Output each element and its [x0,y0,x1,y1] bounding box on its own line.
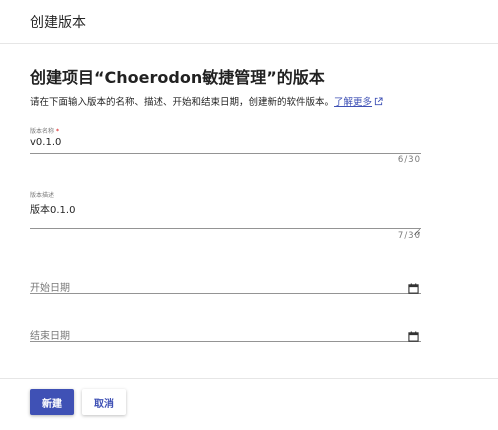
calendar-icon[interactable] [408,279,419,298]
description-text: 请在下面输入版本的名称、描述、开始和结束日期，创建新的软件版本。 [30,97,335,108]
version-name-input[interactable]: v0.1.0 [30,137,61,148]
version-name-label: 版本名称 * [30,128,60,135]
end-date-field[interactable]: 结束日期 [30,320,421,348]
version-name-underline [30,153,421,154]
external-link-icon[interactable] [374,97,383,109]
version-description-field[interactable]: 版本描述 版本0.1.0 7/30 [30,188,421,248]
section-title: 创建项目“Choerodon敏捷管理”的版本 [30,68,325,87]
version-description-underline [30,228,421,229]
start-date-placeholder: 开始日期 [30,283,70,294]
cancel-button[interactable]: 取消 [82,389,126,415]
version-name-counter: 6/30 [397,155,421,165]
version-description-counter: 7/30 [397,231,421,241]
version-description-input[interactable]: 版本0.1.0 [30,201,75,216]
footer-bar: 新建 取消 [0,378,498,430]
start-date-field[interactable]: 开始日期 [30,272,421,300]
create-button[interactable]: 新建 [30,389,74,415]
end-date-placeholder: 结束日期 [30,331,70,342]
page-header: 创建版本 [0,0,498,44]
page-title: 创建版本 [30,15,86,31]
start-date-underline [30,293,421,294]
version-description-label: 版本描述 [30,192,55,199]
calendar-icon[interactable] [408,327,419,346]
version-name-field[interactable]: 版本名称 * v0.1.0 6/30 [30,124,421,184]
learn-more-link[interactable]: 了解更多 [334,97,372,108]
required-mark: * [56,128,60,135]
section-description: 请在下面输入版本的名称、描述、开始和结束日期，创建新的软件版本。了解更多 [30,94,383,109]
end-date-underline [30,341,421,342]
